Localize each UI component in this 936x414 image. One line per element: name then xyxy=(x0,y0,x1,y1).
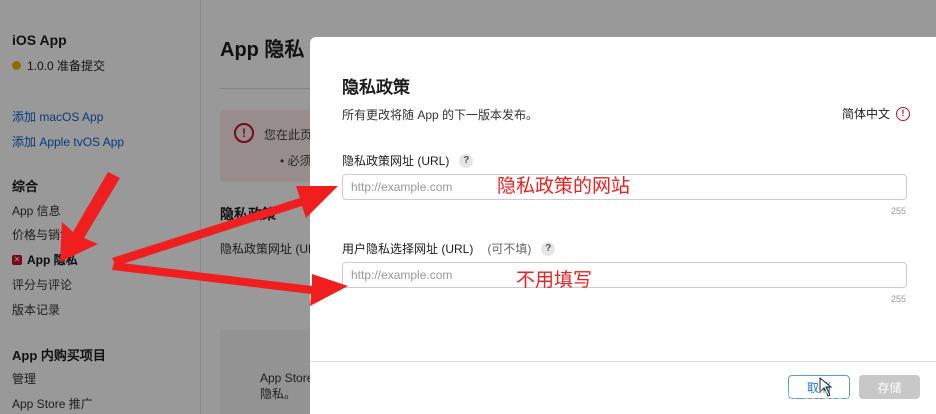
optional-label: (可不填) xyxy=(487,242,532,256)
annotation-note: 不用填写 xyxy=(516,269,593,291)
help-icon[interactable]: ? xyxy=(541,241,556,256)
user-choice-url-field-label: 用户隐私选择网址 (URL) (可不填) ? xyxy=(342,240,556,257)
language-selector[interactable]: 简体中文 ! xyxy=(842,105,910,122)
user-choice-url-input[interactable] xyxy=(342,262,907,288)
save-button[interactable]: 存储 xyxy=(859,375,920,399)
annotation-note: 隐私政策的网站 xyxy=(497,175,631,197)
dialog-subtitle: 所有更改将随 App 的下一版本发布。 xyxy=(342,108,539,122)
dialog-footer-divider xyxy=(310,361,936,362)
char-count: 255 xyxy=(890,206,906,216)
char-count: 255 xyxy=(890,294,906,304)
watermark: https://blog.csdn.net/weixin_38710347 xyxy=(652,388,857,402)
alert-icon: ! xyxy=(896,106,910,121)
dialog-title: 隐私政策 xyxy=(342,78,410,97)
help-icon[interactable]: ? xyxy=(459,153,474,168)
privacy-url-field-label: 隐私政策网址 (URL) ? xyxy=(342,152,474,169)
privacy-policy-dialog: 隐私政策 所有更改将随 App 的下一版本发布。 简体中文 ! 隐私政策网址 (… xyxy=(310,37,936,414)
language-label: 简体中文 xyxy=(841,107,890,121)
